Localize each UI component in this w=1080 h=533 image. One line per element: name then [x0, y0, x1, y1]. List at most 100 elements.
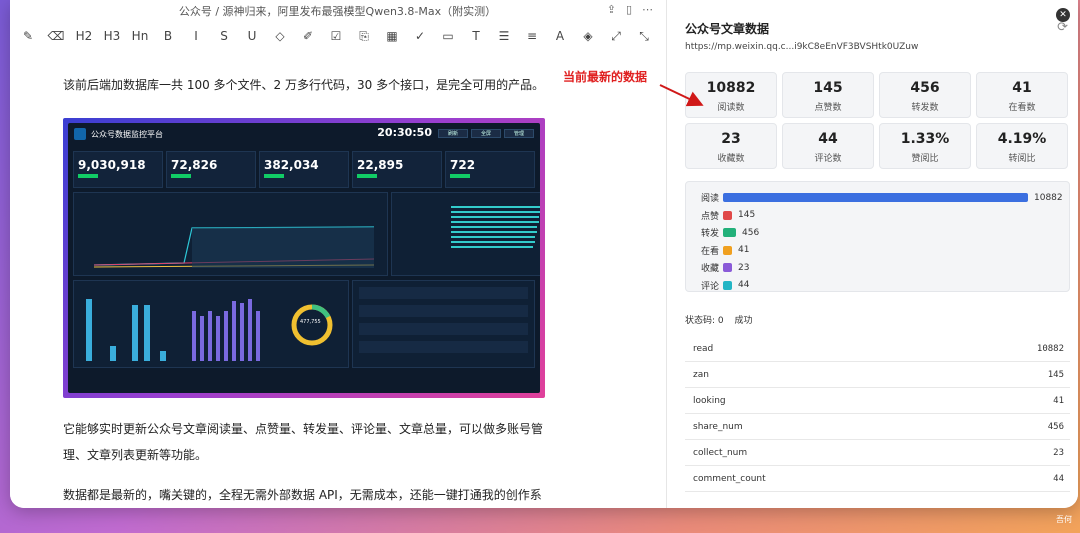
toolbar-tool-icon[interactable]: S	[210, 29, 238, 43]
dashboard-kpi: 22,895	[352, 151, 442, 188]
status-line: 状态码: 0 成功	[685, 313, 761, 326]
status-value: 成功	[734, 316, 753, 326]
toolbar-tool-icon[interactable]: H3	[98, 29, 126, 43]
toolbar-tool-icon[interactable]: ✐	[294, 29, 322, 43]
table-value: 41	[1053, 395, 1064, 406]
toolbar-tool-icon[interactable]: ⌫	[42, 29, 70, 43]
table-key: zan	[693, 369, 709, 380]
toolbar-tool-icon[interactable]: ▭	[434, 29, 462, 43]
toolbar-tool-icon[interactable]: ⎘	[350, 29, 378, 44]
bar-row: 在看 41	[701, 242, 1069, 260]
table-value: 10882	[1036, 343, 1064, 354]
kpi-bar	[264, 174, 284, 178]
refresh-icon[interactable]: ⟳	[1057, 20, 1068, 35]
metric-card: 145 点赞数	[782, 72, 874, 118]
metric-label: 阅读数	[717, 103, 745, 113]
toolbar-tool-icon[interactable]: ◈	[574, 29, 602, 43]
table-row: zan 145	[685, 362, 1070, 388]
bar-row: 评论 44	[701, 277, 1069, 295]
metric-card: 456 转发数	[879, 72, 971, 118]
stats-bar-chart: 阅读 10882 点赞 145 转发 456 在看 41 收藏 23 评论 44	[685, 181, 1070, 292]
kpi-bar	[171, 174, 191, 178]
toolbar-tool-icon[interactable]: ≡	[518, 29, 546, 43]
status-code: 状态码: 0	[685, 316, 724, 326]
dashboard-logo-icon	[74, 128, 86, 140]
metric-card: 10882 阅读数	[685, 72, 777, 118]
bar-value: 10882	[1034, 192, 1063, 203]
metric-label: 转阅比	[1008, 154, 1036, 164]
table-key: looking	[693, 395, 726, 406]
book-icon[interactable]: ▯	[626, 3, 632, 16]
more-icon[interactable]: ⋯	[642, 3, 653, 16]
metric-card: 41 在看数	[976, 72, 1068, 118]
toolbar-tool-icon[interactable]: H2	[70, 29, 98, 43]
article-url[interactable]: https://mp.weixin.qq.c...i9kC8eEnVF3BVSH…	[685, 42, 918, 52]
dashboard-kpi: 9,030,918	[73, 151, 163, 188]
bar-fill	[723, 263, 732, 273]
toolbar-tool-icon[interactable]: U	[238, 29, 266, 43]
paragraph-features: 它能够实时更新公众号文章阅读量、点赞量、转发量、评论量、文章总量，可以做多账号管…	[63, 422, 544, 462]
breadcrumb[interactable]: 公众号 / 源神归来，阿里发布最强模型Qwen3.8-Max（附实测）	[179, 3, 496, 19]
bar-value: 41	[738, 245, 750, 256]
toolbar-tool-icon[interactable]: ☑	[322, 29, 350, 43]
toolbar-tool-icon[interactable]: ⤢	[602, 29, 630, 44]
kpi-bar	[357, 174, 377, 178]
kpi-value: 722	[450, 158, 476, 172]
donut-total: 477,755	[300, 319, 321, 325]
bar-fill	[723, 193, 1028, 203]
metric-value: 145	[813, 80, 843, 96]
raw-data-table: read 10882 zan 145 looking 41 share_num 456 coll…	[685, 336, 1070, 492]
toolbar-tool-icon[interactable]: ◇	[266, 29, 294, 43]
metric-value: 44	[818, 131, 838, 147]
bar-value: 23	[738, 262, 750, 273]
metric-card: 4.19% 转阅比	[976, 123, 1068, 169]
annotation-label: 当前最新的数据	[563, 70, 648, 84]
toolbar-tool-icon[interactable]: ☰	[490, 29, 518, 43]
bar-label: 收藏	[701, 264, 720, 275]
toolbar-tool-icon[interactable]: ✎	[14, 29, 42, 43]
table-key: read	[693, 343, 714, 354]
toolbar-tool-icon[interactable]: ✓	[406, 29, 434, 43]
bar-value: 44	[738, 280, 750, 291]
kpi-bar	[78, 174, 98, 178]
dashboard-time: 20:30:50	[377, 126, 432, 139]
dashboard-kpi: 722	[445, 151, 535, 188]
share-icon[interactable]: ⇪	[607, 3, 616, 16]
bar-row: 阅读 10882	[701, 189, 1069, 207]
bar-row: 收藏 23	[701, 259, 1069, 277]
close-icon[interactable]: ✕	[1056, 8, 1070, 22]
dashboard-button[interactable]: 刷新	[438, 129, 468, 138]
dashboard-screenshot: 公众号数据监控平台 20:30:50 刷新 全屏 管理 9,030,918 72,82…	[63, 118, 545, 398]
bar-row: 转发 456	[701, 224, 1069, 242]
app-window: 公众号 / 源神归来，阿里发布最强模型Qwen3.8-Max（附实测） ⇪ ▯ …	[10, 0, 1078, 508]
bar-fill	[723, 280, 732, 290]
bar-label: 转发	[701, 229, 720, 240]
metric-label: 点赞数	[814, 103, 842, 113]
distribution-charts: 477,755	[73, 280, 349, 368]
toolbar-tool-icon[interactable]: I	[182, 29, 210, 43]
metric-card: 44 评论数	[782, 123, 874, 169]
toolbar-tool-icon[interactable]: ⤡	[630, 29, 658, 44]
kpi-bar	[450, 174, 470, 178]
toolbar-tool-icon[interactable]: A	[546, 29, 574, 43]
kpi-value: 9,030,918	[78, 158, 146, 172]
metric-card: 1.33% 赞阅比	[879, 123, 971, 169]
table-key: share_num	[693, 421, 743, 432]
toolbar-tool-icon[interactable]: T	[462, 29, 490, 43]
table-value: 456	[1047, 421, 1064, 432]
bar-fill	[723, 210, 732, 220]
dashboard-button[interactable]: 管理	[504, 129, 534, 138]
table-row: read 10882	[685, 336, 1070, 362]
toolbar-tool-icon[interactable]: B	[154, 29, 182, 43]
titlebar: 公众号 / 源神归来，阿里发布最强模型Qwen3.8-Max（附实测） ⇪ ▯ …	[10, 0, 665, 22]
toolbar-tool-icon[interactable]: Hn	[126, 29, 154, 43]
kpi-value: 72,826	[171, 158, 218, 172]
dashboard-button[interactable]: 全屏	[471, 129, 501, 138]
metric-value: 10882	[706, 80, 756, 96]
toolbar-tool-icon[interactable]: ▦	[378, 29, 406, 43]
metric-card: 23 收藏数	[685, 123, 777, 169]
table-value: 23	[1053, 447, 1064, 458]
sync-panel	[352, 280, 535, 368]
ranking-panel	[391, 192, 540, 276]
bar-label: 点赞	[701, 211, 720, 222]
